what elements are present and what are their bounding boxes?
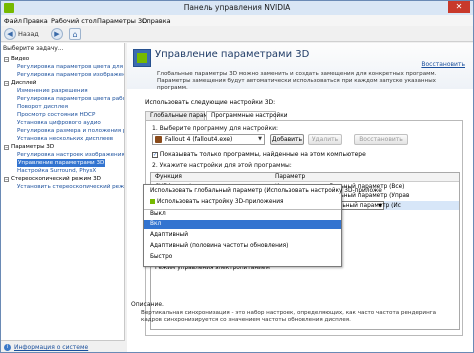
tree-item-label: Дисплей xyxy=(11,80,37,86)
tree-task[interactable]: Регулировка размера и положения рабоч xyxy=(1,127,124,135)
page-title: Управление параметрами 3D xyxy=(155,49,310,60)
dropdown-option[interactable]: Использовать глобальный параметр (Исполь… xyxy=(144,187,382,196)
tree-item-label: Установить стереоскопический режим 3D xyxy=(17,184,125,190)
description-title: Описание. xyxy=(131,301,164,308)
tree-task[interactable]: Поворот дисплея xyxy=(1,103,124,111)
forward-icon[interactable]: ▶ xyxy=(51,28,63,40)
col-param: Параметр xyxy=(275,174,306,180)
grid-header: Функция Параметр xyxy=(151,173,459,182)
only-found-row: ✓ Показывать только программы, найденные… xyxy=(152,151,366,158)
tree-item-label: Просмотр состояния HDCP xyxy=(17,112,96,118)
toolbar: ◀ Назад ▶ ⌂ xyxy=(1,26,473,42)
tree-task[interactable]: Установка нескольких дисплеев xyxy=(1,135,124,143)
system-info-bar: i Информация о системе xyxy=(1,340,125,352)
dropdown-option-label: Адаптивный (половина частоты обновления) xyxy=(150,243,289,249)
tree-item-label: Видео xyxy=(11,56,30,62)
step2-label: 2. Укажите настройки для этой программы: xyxy=(152,162,292,169)
tree-item-label: Установка цифрового аудио xyxy=(17,120,101,126)
tree-item-label: Установка нескольких дисплеев xyxy=(17,136,114,142)
info-icon: i xyxy=(4,344,11,351)
page-header: Управление параметрами 3D Восстановить Г… xyxy=(127,43,473,91)
title-bar: Панель управления NVIDIA ✕ xyxy=(1,1,473,15)
tree-task[interactable]: Установить стереоскопический режим 3D xyxy=(1,183,125,191)
menu-help[interactable]: Справка xyxy=(142,17,171,25)
section-title: Использовать следующие настройки 3D: xyxy=(145,99,276,106)
remove-button[interactable]: Удалить xyxy=(308,134,342,145)
tree-item-label: Настройка Surround, PhysX xyxy=(17,168,97,174)
tree-category[interactable]: − Дисплей xyxy=(1,79,124,87)
only-found-checkbox[interactable]: ✓ xyxy=(152,151,158,158)
only-found-label: Показывать только программы, найденные н… xyxy=(159,151,366,158)
app-window: Панель управления NVIDIA ✕ Файл Правка Р… xyxy=(0,0,474,353)
tree-task[interactable]: Регулировка параметров изображения д xyxy=(1,71,124,79)
tree-task[interactable]: Установка цифрового аудио xyxy=(1,119,124,127)
chevron-down-icon: ▼ xyxy=(258,136,262,142)
dropdown-option-label: Быстро xyxy=(150,254,173,260)
menu-bar: Файл Правка Рабочий стол Параметры 3D Сп… xyxy=(1,15,473,26)
window-title: Панель управления NVIDIA xyxy=(183,3,291,12)
back-icon[interactable]: ◀ xyxy=(4,28,16,40)
restore-button[interactable]: Восстановить xyxy=(354,134,408,145)
tree-category[interactable]: − Параметры 3D xyxy=(1,143,124,151)
tree-task[interactable]: Управление параметрами 3D xyxy=(1,159,124,167)
col-function: Функция xyxy=(155,174,182,180)
menu-desktop[interactable]: Рабочий стол xyxy=(51,17,97,25)
system-info-link[interactable]: Информация о системе xyxy=(14,344,88,351)
task-tree: − Видео Регулировка параметров цвета для в… xyxy=(1,55,125,191)
tree-task[interactable]: Регулировка параметров цвета рабоче xyxy=(1,95,125,103)
restore-link[interactable]: Восстановить xyxy=(421,61,465,68)
menu-edit[interactable]: Правка xyxy=(23,17,48,25)
program-select-value: Fallout 4 (fallout4.exe) xyxy=(165,136,233,143)
dropdown-option[interactable]: Адаптивный (половина частоты обновления) xyxy=(144,242,341,251)
tree-item-label: Регулировка настроек изображения с пр xyxy=(17,152,125,158)
tree-item-label: Регулировка параметров цвета рабоче xyxy=(17,96,125,102)
tree-item-label: Регулировка размера и положения рабоч xyxy=(17,128,124,134)
dropdown-option[interactable]: Выкл xyxy=(144,209,341,218)
dropdown-option[interactable]: Быстро xyxy=(144,253,341,262)
tree-task[interactable]: Изменение разрешения xyxy=(1,87,124,95)
sidebar-header: Выберите задачу... xyxy=(3,45,64,52)
tree-category[interactable]: − Стереоскопический режим 3D xyxy=(1,175,124,183)
dropdown-option[interactable]: Вкл xyxy=(144,220,341,229)
tree-task[interactable]: Регулировка настроек изображения с пр xyxy=(1,151,125,159)
tree-task[interactable]: Настройка Surround, PhysX xyxy=(1,167,124,175)
menu-3d-settings[interactable]: Параметры 3D xyxy=(97,17,147,25)
tree-item-label: Управление параметрами 3D xyxy=(17,159,106,167)
vsync-dropdown: Использовать глобальный параметр (Исполь… xyxy=(143,184,382,267)
back-label[interactable]: Назад xyxy=(18,30,39,38)
tree-task[interactable]: Просмотр состояния HDCP xyxy=(1,111,124,119)
tree-item-label: Регулировка параметров изображения д xyxy=(17,72,124,78)
menu-file[interactable]: Файл xyxy=(4,17,22,25)
tree-item-label: Изменение разрешения xyxy=(17,88,88,94)
3d-settings-icon xyxy=(133,49,151,67)
dropdown-option-label: Адаптивный xyxy=(150,232,189,238)
tree-task[interactable]: Регулировка параметров цвета для вид xyxy=(1,63,125,71)
dropdown-option-label: Вкл xyxy=(150,221,162,227)
program-select[interactable]: Fallout 4 (fallout4.exe) ▼ xyxy=(152,134,265,145)
dropdown-option-label: Использовать настройку 3D-приложения xyxy=(157,199,284,205)
step1-label: 1. Выберите программу для настройки: xyxy=(152,125,279,132)
tree-item-label: Поворот дисплея xyxy=(17,104,68,110)
close-button[interactable]: ✕ xyxy=(448,1,470,13)
tree-item-label: Параметры 3D xyxy=(11,144,55,150)
tree-item-label: Регулировка параметров цвета для вид xyxy=(17,64,125,70)
collapse-icon[interactable]: − xyxy=(4,145,9,150)
collapse-icon[interactable]: − xyxy=(4,81,9,86)
tree-item-label: Стереоскопический режим 3D xyxy=(11,176,101,182)
dropdown-option[interactable]: Использовать настройку 3D-приложения xyxy=(144,198,341,207)
tree-category[interactable]: − Видео xyxy=(1,55,124,63)
dropdown-option-label: Использовать глобальный параметр (Исполь… xyxy=(150,188,382,194)
nvidia-app-icon xyxy=(150,199,155,204)
page-description: Глобальные параметры 3D можно заменить и… xyxy=(157,71,437,91)
game-icon xyxy=(155,136,162,143)
description-text: Вертикальная синхронизация - это набор н… xyxy=(141,310,437,323)
dropdown-option[interactable]: Адаптивный xyxy=(144,231,341,240)
home-icon[interactable]: ⌂ xyxy=(69,28,81,40)
task-sidebar: Выберите задачу... − Видео Регулировка пар… xyxy=(1,43,125,340)
collapse-icon[interactable]: − xyxy=(4,177,9,182)
collapse-icon[interactable]: − xyxy=(4,57,9,62)
add-button[interactable]: Добавить xyxy=(270,134,304,145)
dropdown-option-label: Выкл xyxy=(150,211,166,217)
